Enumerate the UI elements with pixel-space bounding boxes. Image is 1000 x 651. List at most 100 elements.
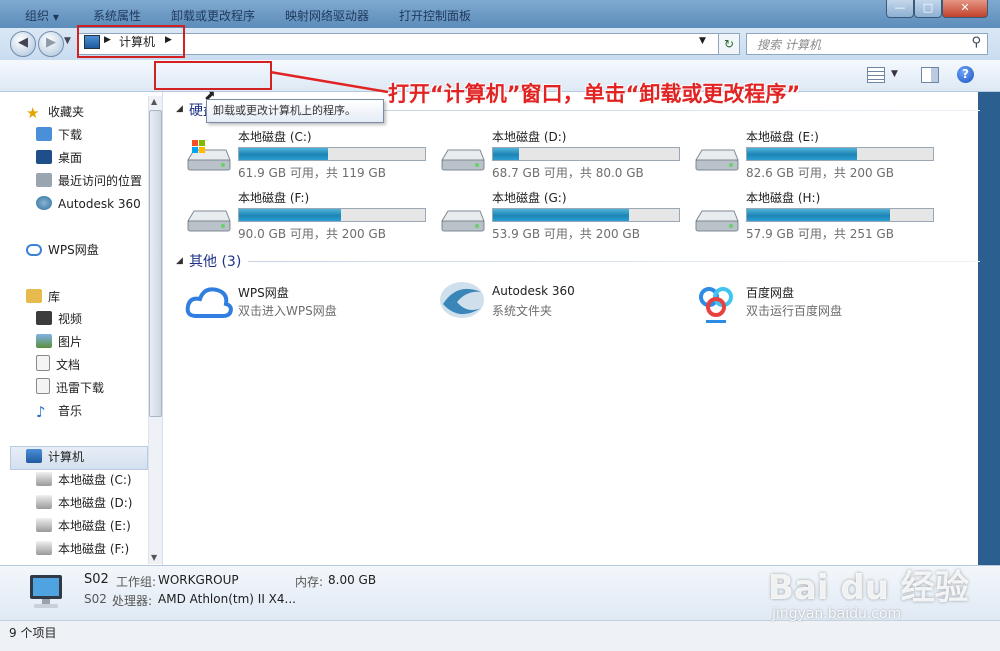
cloud-icon bbox=[26, 244, 42, 256]
search-input[interactable]: 搜索 计算机 ⚲ bbox=[746, 33, 988, 55]
drive-usage-fill bbox=[493, 209, 629, 221]
drive-tile[interactable]: 本地磁盘 (D:) 68.7 GB 可用，共 80.0 GB bbox=[438, 128, 688, 184]
wps-item[interactable] bbox=[184, 282, 234, 322]
drive-usage-bar bbox=[238, 208, 426, 222]
highlight-uninstall bbox=[154, 61, 272, 90]
drive-usage-fill bbox=[239, 148, 329, 160]
hard-drive-icon bbox=[695, 210, 739, 232]
collapse-other-icon[interactable]: ◢ bbox=[176, 256, 183, 266]
autodesk-sub: 系统文件夹 bbox=[492, 304, 553, 318]
minimize-button[interactable]: — bbox=[886, 0, 914, 18]
autodesk-name[interactable]: Autodesk 360 bbox=[492, 284, 575, 298]
autodesk-item[interactable] bbox=[437, 278, 487, 322]
drive-tile[interactable]: 本地磁盘 (H:) 57.9 GB 可用，共 251 GB bbox=[692, 189, 942, 245]
nav-libraries[interactable]: 库 bbox=[26, 287, 60, 307]
maximize-button[interactable]: □ bbox=[914, 0, 942, 18]
forward-button[interactable]: ▶ bbox=[38, 31, 64, 57]
back-button[interactable]: ◀ bbox=[10, 31, 36, 57]
nav-item-music[interactable]: ♪ 音乐 bbox=[36, 401, 82, 421]
baidu-item[interactable] bbox=[694, 280, 738, 324]
nav-item-desktop[interactable]: 桌面 bbox=[36, 148, 82, 168]
nav-item-documents[interactable]: 文档 bbox=[36, 355, 80, 375]
preview-pane-icon[interactable] bbox=[921, 67, 939, 83]
drive-free-space: 53.9 GB 可用，共 200 GB bbox=[492, 227, 640, 241]
cloud-icon bbox=[185, 287, 233, 318]
library-icon bbox=[26, 289, 42, 303]
window-caption bbox=[0, 0, 1000, 28]
drive-tile[interactable]: 本地磁盘 (G:) 53.9 GB 可用，共 200 GB bbox=[438, 189, 688, 245]
scroll-up-icon[interactable]: ▲ bbox=[151, 97, 157, 106]
system-drive-icon bbox=[187, 140, 231, 171]
open-control-panel-button[interactable]: 打开控制面板 bbox=[399, 7, 471, 24]
group-divider bbox=[248, 261, 980, 262]
computer-large-icon bbox=[26, 573, 68, 611]
scroll-down-icon[interactable]: ▼ bbox=[151, 553, 157, 562]
desktop-icon bbox=[36, 150, 52, 164]
close-button[interactable]: ✕ bbox=[942, 0, 988, 18]
breadcrumb-separator-icon[interactable]: ▶ bbox=[104, 35, 111, 45]
nav-drive-e[interactable]: 本地磁盘 (E:) bbox=[36, 516, 131, 536]
memory-value: 8.00 GB bbox=[328, 573, 377, 587]
nav-item-videos[interactable]: 视频 bbox=[36, 309, 82, 329]
wps-name[interactable]: WPS网盘 bbox=[238, 284, 289, 301]
item-count: 9 个项目 bbox=[9, 626, 57, 640]
baidu-netdisk-icon bbox=[699, 287, 733, 323]
cpu-value: AMD Athlon(tm) II X4... bbox=[158, 592, 296, 606]
drive-tile[interactable]: 本地磁盘 (E:) 82.6 GB 可用，共 200 GB bbox=[692, 128, 942, 184]
drive-free-space: 61.9 GB 可用，共 119 GB bbox=[238, 166, 386, 180]
breadcrumb-chevron-icon[interactable]: ▶ bbox=[165, 35, 172, 45]
uninstall-program-button[interactable]: 卸载或更改程序 bbox=[171, 7, 255, 24]
group-other-title: 其他 (3) bbox=[189, 254, 242, 270]
nav-item-downloads[interactable]: 下载 bbox=[36, 125, 82, 145]
drive-name[interactable]: 本地磁盘 (H:) bbox=[746, 189, 820, 206]
drive-free-space: 82.6 GB 可用，共 200 GB bbox=[746, 166, 894, 180]
drive-usage-bar bbox=[746, 208, 934, 222]
drive-tile[interactable]: 本地磁盘 (C:) 61.9 GB 可用，共 119 GB bbox=[184, 128, 434, 184]
system-properties-button[interactable]: 系统属性 bbox=[93, 7, 141, 24]
group-divider bbox=[380, 110, 980, 111]
watermark-url: jingyan.baidu.com bbox=[772, 606, 902, 622]
nav-item-autodesk[interactable]: Autodesk 360 bbox=[36, 194, 141, 214]
view-dropdown-icon[interactable]: ▼ bbox=[891, 69, 898, 79]
star-icon: ★ bbox=[26, 104, 40, 122]
drive-name[interactable]: 本地磁盘 (G:) bbox=[492, 189, 567, 206]
help-icon[interactable]: ? bbox=[957, 66, 974, 83]
drive-free-space: 57.9 GB 可用，共 251 GB bbox=[746, 227, 894, 241]
drive-name[interactable]: 本地磁盘 (F:) bbox=[238, 189, 309, 206]
nav-item-pictures[interactable]: 图片 bbox=[36, 332, 82, 352]
drive-usage-fill bbox=[747, 209, 891, 221]
collapse-hdd-icon[interactable]: ◢ bbox=[176, 104, 183, 114]
nav-wps[interactable]: WPS网盘 bbox=[26, 240, 99, 260]
recent-pages-chevron-icon[interactable]: ▼ bbox=[64, 36, 71, 46]
computer-icon bbox=[26, 449, 42, 463]
organize-button[interactable]: 组织 ▼ bbox=[25, 7, 59, 24]
breadcrumb-computer[interactable]: 计算机 bbox=[119, 33, 155, 50]
nav-drive-d[interactable]: 本地磁盘 (D:) bbox=[36, 493, 132, 513]
download-folder-icon bbox=[36, 127, 52, 141]
nav-scroll-thumb[interactable] bbox=[149, 110, 162, 417]
nav-item-recent[interactable]: 最近访问的位置 bbox=[36, 171, 142, 191]
drive-name[interactable]: 本地磁盘 (D:) bbox=[492, 128, 566, 145]
drive-icon bbox=[36, 541, 52, 555]
search-icon[interactable]: ⚲ bbox=[971, 35, 981, 50]
baidu-name[interactable]: 百度网盘 bbox=[746, 284, 794, 301]
drive-tile[interactable]: 本地磁盘 (F:) 90.0 GB 可用，共 200 GB bbox=[184, 189, 434, 245]
nav-drive-c[interactable]: 本地磁盘 (C:) bbox=[36, 470, 132, 490]
nav-item-thunder[interactable]: 迅雷下载 bbox=[36, 378, 104, 398]
pc-name-secondary: S02 bbox=[84, 592, 107, 606]
autodesk-icon bbox=[440, 282, 484, 318]
tooltip: 卸载或更改计算机上的程序。 bbox=[206, 99, 384, 123]
address-dropdown-icon[interactable]: ▼ bbox=[699, 36, 706, 46]
nav-computer[interactable]: 计算机 bbox=[26, 447, 84, 467]
computer-icon bbox=[84, 35, 100, 49]
nav-drive-f[interactable]: 本地磁盘 (F:) bbox=[36, 539, 129, 559]
map-network-drive-button[interactable]: 映射网络驱动器 bbox=[285, 7, 369, 24]
refresh-icon[interactable]: ↻ bbox=[718, 33, 740, 55]
music-icon: ♪ bbox=[36, 403, 46, 421]
drive-name[interactable]: 本地磁盘 (C:) bbox=[238, 128, 312, 145]
wps-sub: 双击进入WPS网盘 bbox=[238, 304, 337, 318]
drive-name[interactable]: 本地磁盘 (E:) bbox=[746, 128, 819, 145]
nav-favorites[interactable]: ★ 收藏夹 bbox=[26, 102, 84, 122]
view-options-icon[interactable] bbox=[867, 67, 885, 83]
drive-usage-fill bbox=[493, 148, 520, 160]
